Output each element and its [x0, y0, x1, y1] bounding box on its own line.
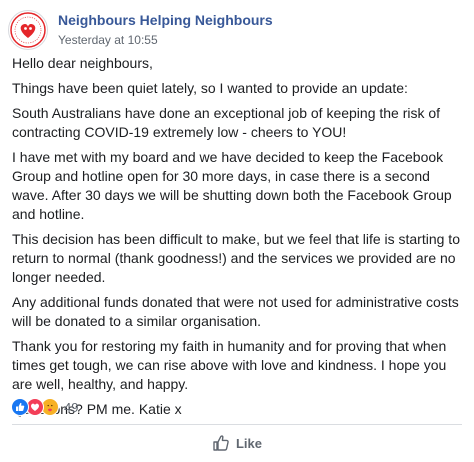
- post-paragraph: Any additional funds donated that were n…: [12, 294, 459, 329]
- like-reaction-icon: [11, 398, 29, 416]
- like-button-label: Like: [235, 435, 262, 451]
- post-paragraph: Questions? PM me. Katie x: [12, 401, 182, 417]
- post-body: Hello dear neighbours, Things have been …: [12, 54, 464, 425]
- page-name-link[interactable]: Neighbours Helping Neighbours: [58, 12, 273, 28]
- reaction-count[interactable]: 49: [64, 400, 78, 415]
- post-paragraph: Things have been quiet lately, so I want…: [12, 80, 408, 96]
- like-button[interactable]: Like: [12, 426, 462, 460]
- action-divider: [12, 424, 462, 425]
- post-header: Neighbours Helping Neighbours Yesterday …: [8, 8, 466, 52]
- page-avatar[interactable]: [8, 10, 48, 50]
- post-paragraph: Thank you for restoring my faith in huma…: [12, 338, 447, 392]
- thumbs-up-icon: [212, 434, 230, 452]
- reaction-summary[interactable]: 49: [11, 398, 78, 416]
- heart-logo-icon: [10, 12, 46, 48]
- post-timestamp[interactable]: Yesterday at 10:55: [58, 33, 158, 47]
- post-paragraph: Hello dear neighbours,: [12, 55, 153, 71]
- post-paragraph: South Australians have done an exception…: [12, 105, 441, 140]
- post-paragraph: This decision has been difficult to make…: [12, 231, 460, 285]
- post-paragraph: I have met with my board and we have dec…: [12, 149, 452, 222]
- facebook-post: Neighbours Helping Neighbours Yesterday …: [0, 0, 474, 462]
